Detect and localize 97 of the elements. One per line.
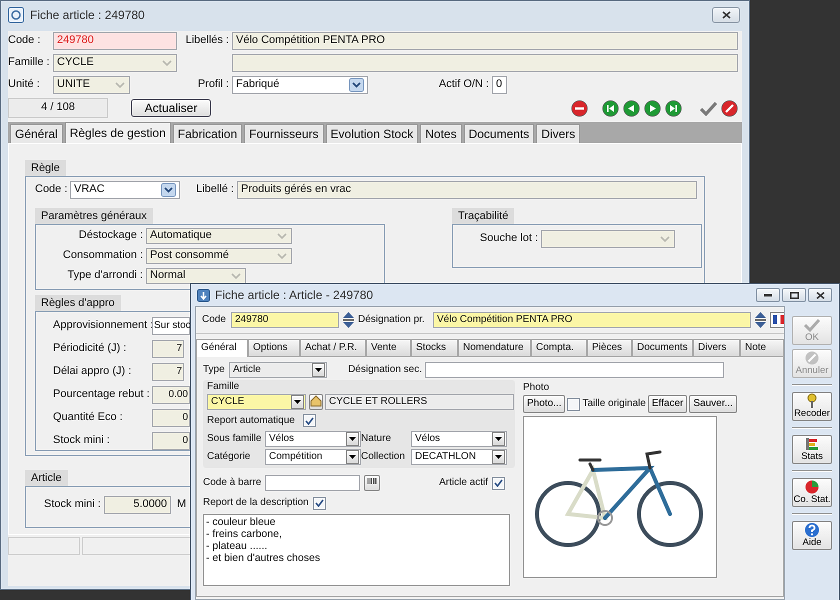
input-field[interactable]: 7 [152, 362, 184, 380]
tab[interactable]: Général [196, 339, 248, 357]
label-field[interactable]: Produits gérés en vrac [237, 181, 697, 199]
description-field[interactable]: - couleur bleue - freins carbone, - plateau ...... - et bien d'autres choses [203, 514, 510, 586]
save-button[interactable]: Sauver... [689, 395, 737, 413]
label-field[interactable]: Vélo Compétition PENTA PRO [232, 32, 738, 50]
group-title: Photo [523, 382, 550, 394]
field-label: Type [203, 364, 226, 376]
select-field[interactable]: Post consommé [146, 248, 292, 264]
field-label: Déstockage : [78, 228, 144, 242]
field-label: Taille originale [582, 398, 646, 410]
family-select[interactable]: CYCLE [207, 394, 306, 410]
profile-select[interactable]: Fabriqué [232, 76, 368, 94]
tab[interactable]: Note [740, 339, 784, 357]
family-name-field[interactable]: CYCLE ET ROLLERS [325, 394, 514, 410]
toolbar-button[interactable]: Co. Stat. [792, 478, 832, 507]
tab[interactable]: Général [10, 124, 63, 143]
select-field[interactable]: Compétition [265, 448, 361, 464]
tab[interactable]: Evolution Stock [326, 124, 418, 143]
tab[interactable]: Documents [464, 124, 534, 143]
window-title: Fiche article : Article - 249780 [215, 288, 374, 302]
field-label: Pourcentage rebut : [52, 388, 151, 402]
code-select[interactable]: VRAC [70, 181, 180, 199]
group-title: Règle [25, 160, 66, 176]
active-field[interactable]: 0 [492, 76, 507, 94]
field-label: Stock mini : [52, 434, 111, 448]
field-label: Code [202, 314, 227, 326]
group-title: Famille [207, 381, 240, 393]
field-label: Libellé : [195, 183, 235, 197]
field-label: M [177, 498, 186, 512]
designation-field[interactable]: Vélo Compétition PENTA PRO [433, 312, 751, 328]
tab[interactable]: Divers [536, 124, 580, 143]
tab[interactable]: Fournisseurs [244, 124, 324, 143]
field-label: Sous famille [207, 432, 262, 444]
select-field[interactable]: DECATHLON [411, 448, 507, 464]
photo-button[interactable]: Photo... [523, 395, 566, 413]
field-label: Article actif [439, 477, 488, 489]
field-label: Désignation sec. [347, 364, 423, 376]
field-label: Consommation : [62, 248, 144, 262]
tab[interactable]: Stocks [411, 339, 458, 357]
tab[interactable]: Notes [420, 124, 462, 143]
tab[interactable]: Options [248, 339, 300, 357]
code-field[interactable]: 249780 [231, 312, 339, 328]
clear-button[interactable]: Effacer [648, 395, 688, 413]
field-label: Périodicité (J) : [52, 342, 128, 356]
tab[interactable]: Documents [632, 339, 693, 357]
toolbar-button[interactable]: Stats [792, 435, 832, 464]
field-label: Libellés : [184, 34, 230, 48]
tab[interactable]: Règles de gestion [64, 122, 171, 143]
field-label: Report de la description [203, 497, 309, 509]
type-select[interactable]: Article [229, 362, 327, 378]
field-label: Collection [361, 450, 406, 462]
tab[interactable]: Divers [693, 339, 740, 357]
group-title: Article [25, 470, 68, 486]
group-title: Traçabilité [452, 208, 514, 224]
toolbar-button[interactable]: Recoder [792, 392, 832, 421]
tab[interactable]: Vente [366, 339, 411, 357]
field-label: Code : [35, 183, 68, 197]
field-label: Nature [361, 432, 392, 444]
field-label: Report automatique [207, 414, 296, 426]
field-label: Type d'arrondi : [66, 268, 144, 282]
tab[interactable]: Nomendature [458, 339, 531, 357]
input-field[interactable]: 7 [152, 340, 184, 358]
unit-select[interactable]: UNITE [53, 76, 130, 94]
tab[interactable]: Compta. [531, 339, 587, 357]
toolbar-button[interactable]: Aide [792, 521, 832, 550]
field-label: Délai appro (J) : [52, 364, 132, 378]
field-label: Code à barre [203, 477, 262, 489]
field-label: Catégorie [207, 450, 252, 462]
tab[interactable]: Achat / P.R. [300, 339, 366, 357]
input-field[interactable]: 5.0000 [104, 496, 171, 514]
field-label: Désignation pr. [358, 314, 426, 326]
field-label: Unité : [8, 78, 41, 92]
select-field[interactable]: Normal [146, 268, 246, 284]
field-label: Souche lot : [478, 232, 539, 246]
record-counter: 4 / 108 [8, 98, 108, 118]
field-label: Famille : [8, 56, 51, 70]
family-select[interactable]: CYCLE [53, 54, 177, 72]
field-label: Quantité Eco : [52, 410, 124, 424]
select-field[interactable]: Automatique [146, 228, 292, 244]
group-title: Paramètres généraux [35, 208, 153, 224]
refresh-button[interactable]: Actualiser [131, 99, 211, 117]
tab[interactable]: Fabrication [172, 124, 242, 143]
input-field[interactable]: 0 [152, 408, 190, 426]
input-field[interactable]: 0.00 [152, 386, 190, 404]
field-label: Stock mini : [44, 498, 102, 512]
field-label: Actif O/N : [438, 78, 490, 92]
field-label: Code : [8, 34, 42, 48]
select-field[interactable]: Vélos [265, 430, 361, 446]
field-label: Profil : [196, 78, 230, 92]
code-field[interactable]: 249780 [53, 32, 177, 50]
window-title: Fiche article : 249780 [30, 8, 145, 22]
tab[interactable]: Pièces [587, 339, 632, 357]
select-field[interactable]: Vélos [411, 430, 507, 446]
input-field[interactable]: Sur stoc [152, 316, 190, 334]
group-title: Règles d'appro [35, 295, 121, 311]
input-field[interactable]: 0 [152, 432, 190, 450]
